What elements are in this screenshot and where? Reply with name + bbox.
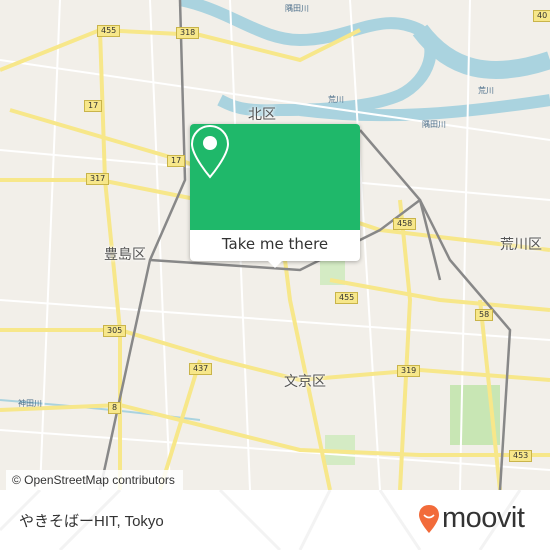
popup-pointer [268, 261, 282, 268]
district-label-toshima: 豊島区 [104, 247, 146, 263]
take-me-there-button[interactable]: Take me there [190, 230, 360, 261]
osm-attribution[interactable]: © OpenStreetMap contributors [6, 470, 183, 490]
route-shield: 458 [393, 218, 417, 230]
river-label: 隅田川 [422, 120, 446, 129]
location-popup: Take me there [190, 124, 360, 268]
moovit-wordmark: moovit [442, 502, 525, 534]
river-label: 荒川 [478, 86, 494, 95]
route-shield: 17 [84, 100, 103, 112]
route-shield: 453 [509, 450, 533, 462]
route-shield: 318 [176, 27, 200, 39]
route-shield: 40 [533, 10, 550, 22]
map[interactable]: 北区 豊島区 荒川区 文京区 隅田川 荒川 隅田川 神田川 荒川 455 318… [0, 0, 550, 490]
route-shield: 455 [97, 25, 121, 37]
river-label: 隅田川 [285, 4, 309, 13]
district-label-bunkyo: 文京区 [284, 374, 326, 390]
moovit-pin-icon [419, 504, 439, 533]
map-pin-icon [190, 124, 230, 179]
district-label-arakawa: 荒川区 [500, 237, 542, 253]
route-shield: 17 [167, 155, 186, 167]
river-label: 神田川 [18, 399, 42, 408]
place-name: やきそばーHIT, Tokyo [19, 513, 164, 530]
route-shield: 317 [86, 173, 110, 185]
moovit-logo[interactable]: moovit [418, 502, 525, 535]
route-shield: 58 [475, 309, 494, 321]
route-shield: 305 [103, 325, 127, 337]
route-shield: 455 [335, 292, 359, 304]
district-label-kita: 北区 [248, 107, 276, 123]
river-label: 荒川 [328, 95, 344, 104]
route-shield: 319 [397, 365, 421, 377]
footer: やきそばーHIT, Tokyo moovit [0, 490, 550, 550]
route-shield: 437 [189, 363, 213, 375]
popup-header [190, 124, 360, 230]
route-shield: 8 [108, 402, 122, 414]
